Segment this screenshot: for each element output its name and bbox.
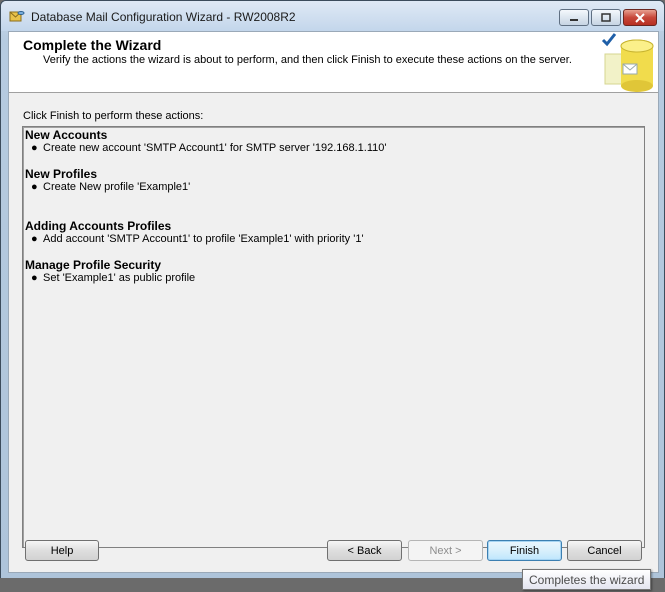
bullet-icon: ● xyxy=(31,233,38,245)
database-check-icon xyxy=(601,33,654,92)
page-title: Complete the Wizard xyxy=(23,37,162,53)
action-text: Create new account 'SMTP Account1' for S… xyxy=(43,142,387,154)
action-text: Create New profile 'Example1' xyxy=(43,181,191,193)
wizard-window: Database Mail Configuration Wizard - RW2… xyxy=(0,0,665,580)
window-title: Database Mail Configuration Wizard - RW2… xyxy=(31,10,296,24)
title-bar[interactable]: Database Mail Configuration Wizard - RW2… xyxy=(1,1,664,31)
bullet-icon: ● xyxy=(31,272,38,284)
group-title: New Accounts xyxy=(25,128,108,142)
minimize-icon xyxy=(570,18,578,21)
maximize-icon xyxy=(601,13,611,22)
close-button[interactable] xyxy=(623,9,657,26)
group-new-accounts: New Accounts ● Create new account 'SMTP A… xyxy=(25,129,386,155)
wizard-client-area: Complete the Wizard Verify the actions t… xyxy=(8,31,659,573)
maximize-button[interactable] xyxy=(591,9,621,26)
group-title: Adding Accounts Profiles xyxy=(25,219,172,233)
bullet-icon: ● xyxy=(31,181,38,193)
list-item: ● Add account 'SMTP Account1' to profile … xyxy=(25,233,364,246)
group-title: Manage Profile Security xyxy=(25,258,162,272)
list-item: ● Set 'Example1' as public profile xyxy=(25,272,195,285)
back-button[interactable]: < Back xyxy=(327,540,402,561)
action-text: Set 'Example1' as public profile xyxy=(43,272,196,284)
database-mail-icon xyxy=(9,9,25,23)
page-subtitle: Verify the actions the wizard is about t… xyxy=(43,54,572,66)
cancel-button[interactable]: Cancel xyxy=(567,540,642,561)
wizard-header: Complete the Wizard Verify the actions t… xyxy=(9,32,658,93)
finish-tooltip: Completes the wizard xyxy=(522,569,652,590)
group-adding-accounts-profiles: Adding Accounts Profiles ● Add account 'S… xyxy=(25,220,364,246)
list-item: ● Create New profile 'Example1' xyxy=(25,181,190,194)
action-text: Add account 'SMTP Account1' to profile '… xyxy=(43,233,364,245)
group-title: New Profiles xyxy=(25,167,98,181)
list-item: ● Create new account 'SMTP Account1' for … xyxy=(25,142,386,155)
minimize-button[interactable] xyxy=(559,9,589,26)
close-icon xyxy=(635,12,645,23)
bullet-icon: ● xyxy=(31,142,38,154)
group-manage-profile-security: Manage Profile Security ● Set 'Example1' … xyxy=(25,259,195,285)
instruction-label: Click Finish to perform these actions: xyxy=(23,110,204,122)
group-new-profiles: New Profiles ● Create New profile 'Exampl… xyxy=(25,168,190,194)
help-button[interactable]: Help xyxy=(25,540,99,561)
finish-button[interactable]: Finish xyxy=(487,540,562,561)
next-button[interactable]: Next > xyxy=(408,540,483,561)
actions-report[interactable]: New Accounts ● Create new account 'SMTP A… xyxy=(22,126,645,548)
